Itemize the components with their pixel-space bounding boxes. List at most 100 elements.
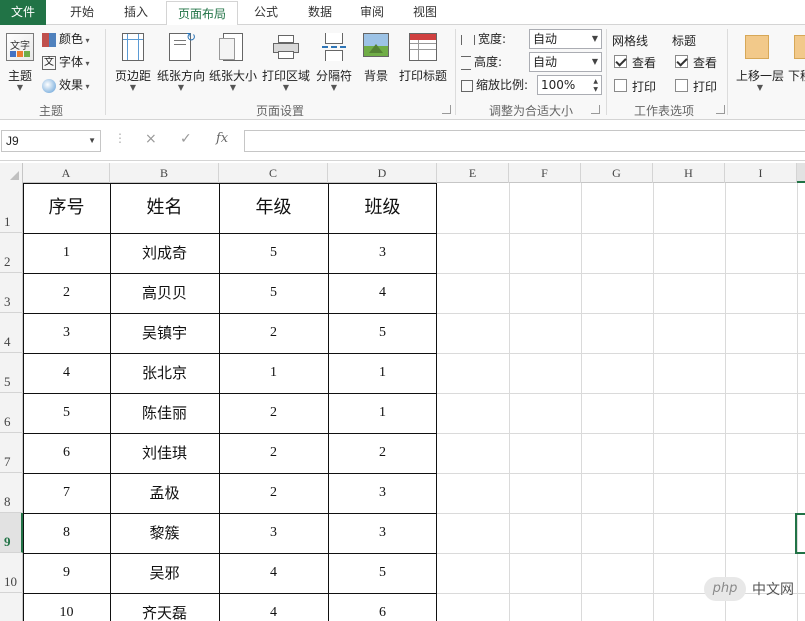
table-cell[interactable]: 黎簇: [110, 513, 219, 553]
height-dropdown[interactable]: 自动 ▼: [529, 52, 602, 72]
chevron-down-icon: ▼: [229, 83, 237, 92]
headings-view-checkbox[interactable]: [675, 55, 688, 68]
scale-to-fit-dialog-launcher[interactable]: [591, 105, 600, 114]
gridlines-view-checkbox[interactable]: [614, 55, 627, 68]
row-header-2[interactable]: 2: [0, 233, 23, 273]
width-dropdown[interactable]: 自动 ▼: [529, 29, 602, 49]
active-cell-indicator[interactable]: [795, 513, 805, 554]
page-setup-dialog-launcher[interactable]: [442, 105, 451, 114]
row-header-3[interactable]: 3: [0, 273, 23, 313]
column-header-e[interactable]: E: [437, 163, 509, 183]
table-cell[interactable]: 4: [328, 273, 437, 313]
table-cell[interactable]: 3: [219, 513, 328, 553]
headings-print-checkbox[interactable]: [675, 79, 688, 92]
drag-handle-icon[interactable]: ⋮: [114, 131, 126, 145]
select-all-button[interactable]: [0, 163, 23, 183]
tab-home[interactable]: 开始: [55, 0, 109, 25]
column-header-c[interactable]: C: [219, 163, 328, 183]
table-cell[interactable]: 10: [23, 593, 110, 621]
page-setup-group-label: 页面设置: [255, 104, 304, 118]
table-cell[interactable]: 陈佳丽: [110, 393, 219, 433]
insert-function-icon[interactable]: fx: [216, 131, 228, 146]
effects-button[interactable]: 效果 ▾: [42, 75, 90, 95]
table-cell[interactable]: 5: [328, 313, 437, 353]
table-cell[interactable]: 4: [23, 353, 110, 393]
colors-button[interactable]: 颜色 ▾: [42, 29, 90, 49]
table-cell[interactable]: 6: [328, 593, 437, 621]
tab-formulas[interactable]: 公式: [240, 0, 292, 25]
table-cell[interactable]: 2: [328, 433, 437, 473]
table-cell[interactable]: 6: [23, 433, 110, 473]
table-cell[interactable]: 刘佳琪: [110, 433, 219, 473]
table-cell[interactable]: 7: [23, 473, 110, 513]
table-cell[interactable]: 张北京: [110, 353, 219, 393]
table-cell[interactable]: 吴镇宇: [110, 313, 219, 353]
table-cell[interactable]: 2: [219, 313, 328, 353]
table-cell[interactable]: 1: [328, 353, 437, 393]
table-cell[interactable]: 高贝贝: [110, 273, 219, 313]
column-header-a[interactable]: A: [23, 163, 110, 183]
header-cell-grade[interactable]: 年级: [219, 183, 328, 233]
row-header-9[interactable]: 9: [0, 513, 23, 553]
column-header-b[interactable]: B: [110, 163, 219, 183]
column-header-g[interactable]: G: [581, 163, 653, 183]
table-cell[interactable]: 齐天磊: [110, 593, 219, 621]
bring-forward-label: 上移一层: [735, 69, 784, 83]
column-header-h[interactable]: H: [653, 163, 725, 183]
column-header-d[interactable]: D: [328, 163, 437, 183]
tab-data[interactable]: 数据: [294, 0, 346, 25]
row-header-4[interactable]: 4: [0, 313, 23, 353]
spinner-arrows-icon[interactable]: ▲ ▼: [593, 78, 598, 94]
table-cell[interactable]: 3: [23, 313, 110, 353]
column-header-j[interactable]: [797, 163, 805, 183]
row-header-10[interactable]: 10: [0, 553, 23, 593]
table-cell[interactable]: 1: [23, 233, 110, 273]
tab-insert[interactable]: 插入: [109, 0, 163, 25]
tab-review[interactable]: 审阅: [346, 0, 398, 25]
table-cell[interactable]: 1: [219, 353, 328, 393]
gridlines-print-checkbox[interactable]: [614, 79, 627, 92]
chevron-down-icon[interactable]: ▼: [88, 131, 96, 151]
table-cell[interactable]: 4: [219, 593, 328, 621]
row-header-8[interactable]: 8: [0, 473, 23, 513]
height-label-row: 高度:: [461, 52, 502, 72]
row-header-1[interactable]: 1: [0, 183, 23, 233]
tab-page-layout[interactable]: 页面布局: [166, 1, 238, 26]
table-cell[interactable]: 5: [328, 553, 437, 593]
table-cell[interactable]: 8: [23, 513, 110, 553]
table-cell[interactable]: 9: [23, 553, 110, 593]
table-cell[interactable]: 4: [219, 553, 328, 593]
table-cell[interactable]: 5: [219, 273, 328, 313]
column-header-f[interactable]: F: [509, 163, 581, 183]
table-cell[interactable]: 2: [219, 433, 328, 473]
table-cell[interactable]: 刘成奇: [110, 233, 219, 273]
enter-icon[interactable]: ✓: [180, 131, 192, 147]
table-cell[interactable]: 2: [219, 473, 328, 513]
table-cell[interactable]: 3: [328, 513, 437, 553]
row-header-6[interactable]: 6: [0, 393, 23, 433]
column-header-i[interactable]: I: [725, 163, 797, 183]
table-cell[interactable]: 2: [23, 273, 110, 313]
row-header-5[interactable]: 5: [0, 353, 23, 393]
tab-file[interactable]: 文件: [0, 0, 46, 25]
table-cell[interactable]: 2: [219, 393, 328, 433]
paper-size-icon: [219, 33, 243, 61]
table-cell[interactable]: 孟极: [110, 473, 219, 513]
tab-view[interactable]: 视图: [398, 0, 452, 25]
header-cell-name[interactable]: 姓名: [110, 183, 219, 233]
formula-input[interactable]: [244, 130, 805, 152]
cancel-icon[interactable]: ×: [145, 131, 157, 147]
fonts-button[interactable]: 文字体 ▾: [42, 52, 90, 72]
sheet-options-dialog-launcher[interactable]: [716, 105, 725, 114]
table-cell[interactable]: 5: [23, 393, 110, 433]
table-cell[interactable]: 5: [219, 233, 328, 273]
table-cell[interactable]: 1: [328, 393, 437, 433]
header-cell-class[interactable]: 班级: [328, 183, 437, 233]
row-header-7[interactable]: 7: [0, 433, 23, 473]
table-cell[interactable]: 3: [328, 233, 437, 273]
table-cell[interactable]: 吴邪: [110, 553, 219, 593]
header-cell-index[interactable]: 序号: [23, 183, 110, 233]
name-box[interactable]: J9 ▼: [1, 130, 101, 152]
table-cell[interactable]: 3: [328, 473, 437, 513]
scale-spinner[interactable]: 100% ▲ ▼: [537, 75, 602, 95]
